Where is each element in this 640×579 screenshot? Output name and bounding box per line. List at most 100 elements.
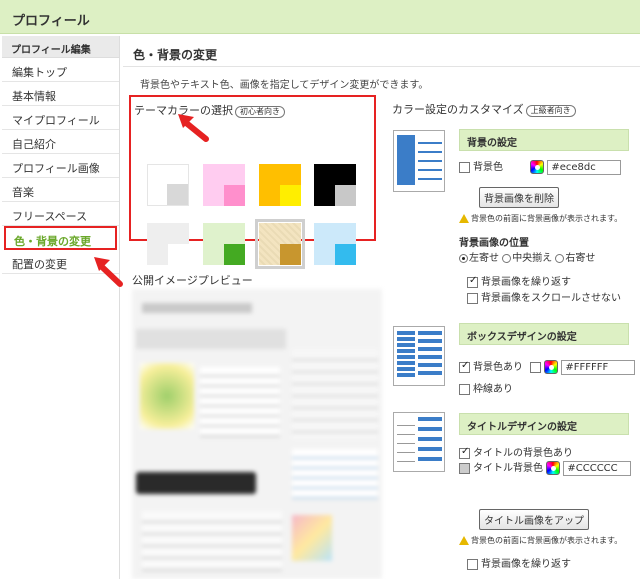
position-left-radio[interactable] <box>459 253 468 263</box>
top-bar: プロフィール <box>0 0 640 34</box>
box-color-swatch[interactable] <box>530 361 542 373</box>
arrow-icon <box>178 114 209 142</box>
background-color-row: 背景色 #ece8dc <box>459 158 622 175</box>
preview-title-block <box>142 303 252 313</box>
title-repeat-checkbox[interactable] <box>467 558 478 570</box>
sidebar-item-free-space[interactable]: フリースペース <box>2 202 119 226</box>
theme-swatch-beige[interactable] <box>255 219 305 269</box>
color-picker-icon[interactable] <box>544 360 559 374</box>
sidebar-item-self-intro[interactable]: 自己紹介 <box>2 130 119 154</box>
title-repeat-label: 背景画像を繰り返す <box>481 559 571 570</box>
preview-pane <box>132 289 382 579</box>
title-background-label: タイトルの背景色あり <box>473 448 573 459</box>
sidebar-item-my-profile[interactable]: マイプロフィール <box>2 106 119 130</box>
section-heading: 色・背景の変更 <box>133 48 218 62</box>
beginner-badge: 初心者向き <box>235 106 285 118</box>
preview-side-box <box>292 349 378 439</box>
theme-swatch-pink[interactable] <box>203 164 245 206</box>
title-repeat-row: 背景画像を繰り返す <box>467 555 571 570</box>
advanced-badge: 上級者向き <box>525 105 576 117</box>
upload-title-image-button[interactable]: タイトル画像をアップ <box>479 509 589 530</box>
page-title: プロフィール <box>12 14 90 29</box>
swatch-accent <box>280 185 301 206</box>
warning-text: 背景色の前面に背景画像が表示されます。 <box>471 214 623 223</box>
title-background-color-row: タイトル背景色 #CCCCCC <box>459 459 632 476</box>
box-background-checkbox[interactable] <box>459 360 470 373</box>
background-warning: 背景色の前面に背景画像が表示されます。 <box>459 213 622 224</box>
preview-image <box>140 363 194 429</box>
background-color-checkbox[interactable] <box>459 161 470 173</box>
background-color-label: 背景色 <box>473 162 503 173</box>
theme-swatch-white[interactable] <box>147 164 189 206</box>
title-warning: 背景色の前面に背景画像が表示されます。 <box>459 535 622 546</box>
title-background-row: タイトルの背景色あり <box>459 444 573 459</box>
swatch-accent <box>224 185 245 206</box>
thumb-block <box>418 135 442 185</box>
theme-swatch-gray[interactable] <box>147 223 189 265</box>
preview-dark-bar <box>136 472 256 494</box>
color-picker-icon[interactable] <box>530 160 545 174</box>
background-settings-header: 背景の設定 <box>459 129 629 151</box>
background-color-input[interactable]: #ece8dc <box>547 159 622 175</box>
box-layout-thumbnail <box>393 326 445 386</box>
sidebar: プロフィール編集 編集トップ 基本情報 マイプロフィール 自己紹介 プロフィール… <box>2 36 120 579</box>
sidebar-heading: プロフィール編集 <box>2 36 119 58</box>
thumb-block <box>418 417 442 465</box>
sidebar-item-color-background[interactable]: 色・背景の変更 <box>4 226 117 250</box>
box-design-header: ボックスデザインの設定 <box>459 323 629 345</box>
box-border-row: 枠線あり <box>459 380 513 395</box>
repeat-background-checkbox[interactable] <box>467 275 478 288</box>
no-scroll-background-checkbox[interactable] <box>467 292 478 304</box>
theme-swatch-blue[interactable] <box>314 223 356 265</box>
no-scroll-background-label: 背景画像をスクロールさせない <box>481 293 621 304</box>
repeat-background-label: 背景画像を繰り返す <box>481 277 571 288</box>
warning-icon <box>459 536 469 545</box>
title-layout-thumbnail <box>393 412 445 472</box>
theme-swatch-green[interactable] <box>203 223 245 265</box>
title-color-swatch[interactable] <box>459 462 470 474</box>
thumb-block <box>418 331 442 379</box>
position-center-label: 中央揃え <box>512 253 553 264</box>
box-background-label: 背景色あり <box>473 362 523 373</box>
thumb-block <box>397 135 415 185</box>
box-background-input[interactable]: #FFFFFF <box>561 359 636 375</box>
repeat-background-row: 背景画像を繰り返す <box>467 273 571 288</box>
background-position-label: 背景画像の位置 <box>459 238 529 249</box>
box-border-checkbox[interactable] <box>459 383 470 395</box>
title-background-checkbox[interactable] <box>459 446 470 459</box>
color-picker-icon[interactable] <box>546 461 561 475</box>
position-center-radio[interactable] <box>502 253 512 263</box>
background-position-options: 左寄せ 中央揃え 右寄せ <box>459 249 595 264</box>
theme-swatch-yellow[interactable] <box>259 164 301 206</box>
swatch-accent <box>168 244 189 265</box>
box-border-label: 枠線あり <box>473 384 513 395</box>
position-right-label: 右寄せ <box>565 253 596 264</box>
no-scroll-background-row: 背景画像をスクロールさせない <box>467 289 621 304</box>
thumb-block <box>397 417 415 465</box>
sidebar-item-edit-top[interactable]: 編集トップ <box>2 58 119 82</box>
preview-text-lines <box>200 367 280 437</box>
delete-background-image-button[interactable]: 背景画像を削除 <box>479 187 559 208</box>
position-right-radio[interactable] <box>555 253 565 263</box>
warning-icon <box>459 214 469 223</box>
preview-label: 公開イメージプレビュー <box>132 274 253 287</box>
swatch-accent <box>335 244 356 265</box>
swatch-accent <box>167 184 188 205</box>
divider <box>123 66 640 67</box>
preview-links <box>292 449 378 499</box>
position-left-label: 左寄せ <box>469 253 499 264</box>
section-description: 背景色やテキスト色、画像を指定してデザイン変更ができます。 <box>140 80 429 91</box>
customize-title-text: カラー設定のカスタマイズ <box>392 103 524 116</box>
sidebar-item-basic-info[interactable]: 基本情報 <box>2 82 119 106</box>
preview-list <box>142 511 282 571</box>
title-background-input[interactable]: #CCCCCC <box>563 460 632 476</box>
theme-swatch-black[interactable] <box>314 164 356 206</box>
box-background-row: 背景色あり #FFFFFF <box>459 358 636 375</box>
sidebar-item-music[interactable]: 音楽 <box>2 178 119 202</box>
theme-color-box: テーマカラーの選択 初心者向き <box>129 95 376 269</box>
warning-text: 背景色の前面に背景画像が表示されます。 <box>471 536 623 545</box>
sidebar-item-profile-image[interactable]: プロフィール画像 <box>2 154 119 178</box>
swatch-accent <box>335 185 356 206</box>
thumb-block <box>397 331 415 379</box>
preview-thumb <box>292 515 332 561</box>
